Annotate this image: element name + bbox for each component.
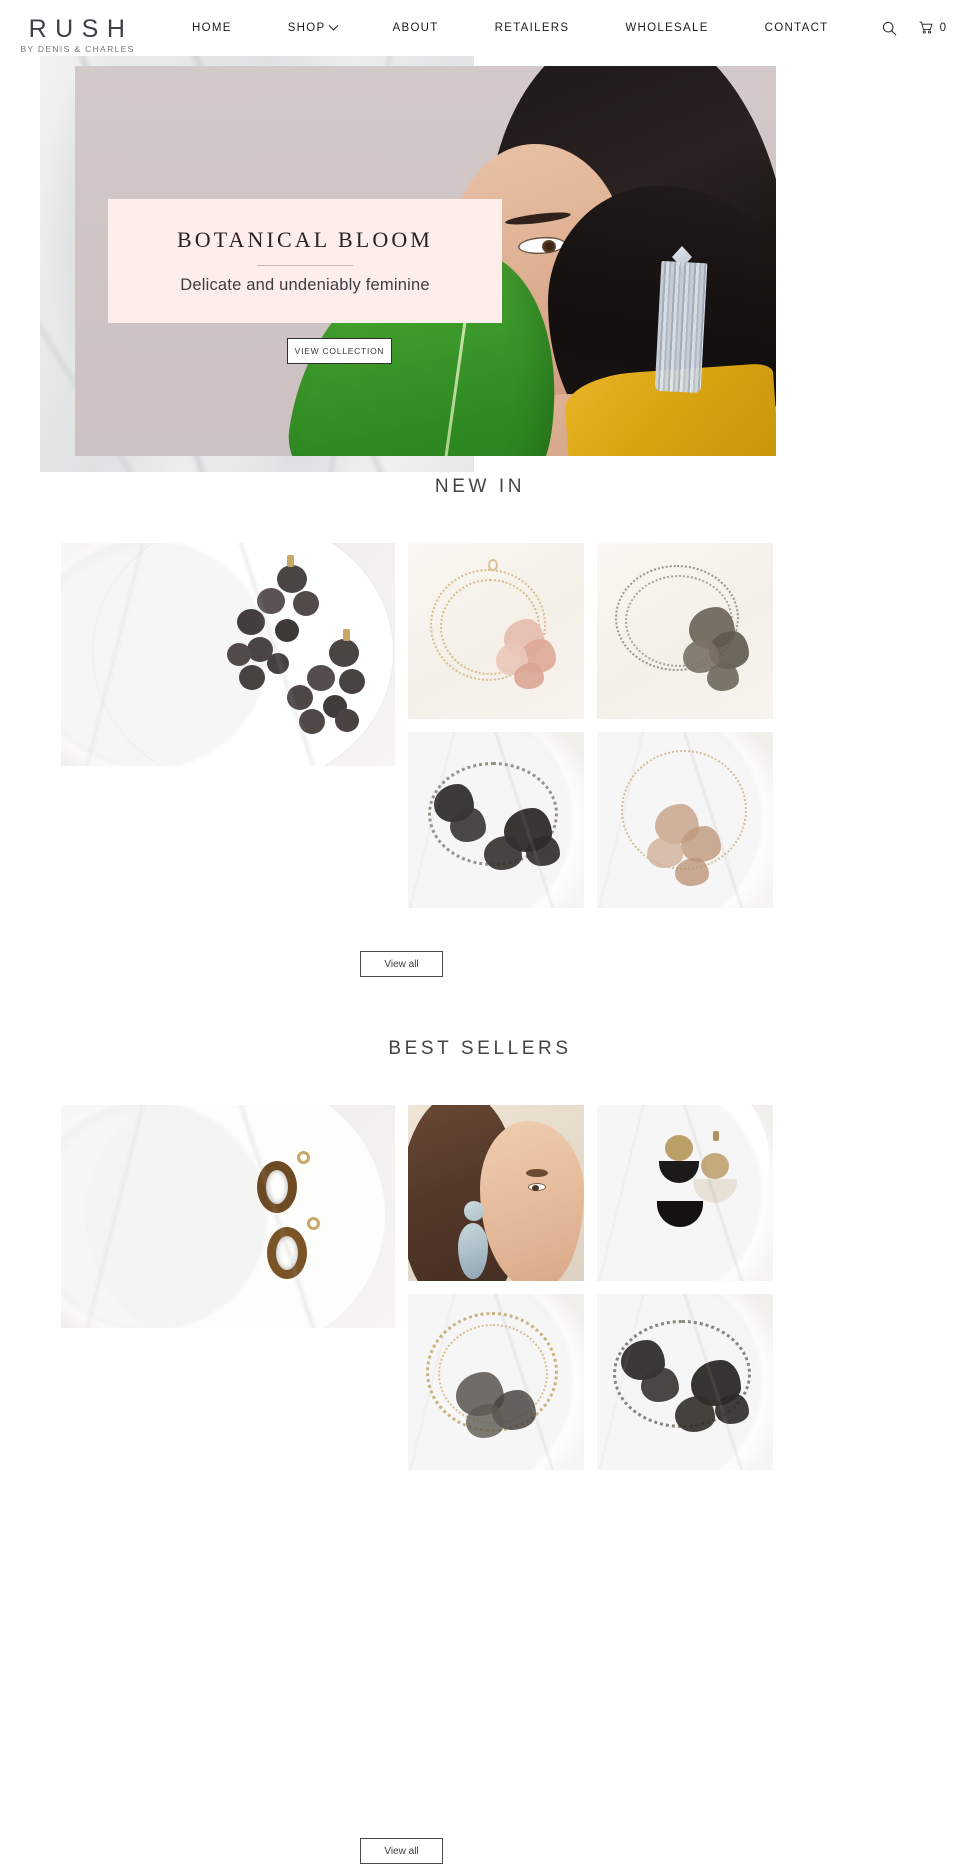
product-tile-best-2[interactable]: [408, 1105, 584, 1281]
nav-label-about: ABOUT: [392, 22, 439, 34]
site-logo[interactable]: RUSH BY DENIS & CHARLES: [12, 17, 142, 54]
product-tile-new-in-2[interactable]: [408, 543, 584, 719]
product-tile-best-5[interactable]: [597, 1294, 773, 1470]
nav-item-home[interactable]: HOME: [180, 22, 260, 34]
nav-label-retailers: RETAILERS: [494, 22, 570, 34]
product-tile-new-in-3[interactable]: [597, 543, 773, 719]
section-title-best-sellers: BEST SELLERS: [388, 1038, 572, 1059]
hero-divider: [257, 265, 353, 266]
product-tile-new-in-4[interactable]: [408, 732, 584, 908]
view-all-button-new-in[interactable]: View all: [360, 951, 443, 977]
main-nav: HOME SHOP ABOUT RETAILERS WHOLESALE CONT…: [180, 0, 857, 56]
header-actions: 0: [882, 0, 946, 56]
nav-label-shop: SHOP: [287, 22, 326, 34]
section-title-new-in: NEW IN: [434, 476, 526, 497]
nav-item-retailers[interactable]: RETAILERS: [467, 22, 598, 34]
cart-count: 0: [939, 22, 946, 34]
nav-item-shop[interactable]: SHOP: [260, 20, 365, 34]
view-all-button-best-sellers[interactable]: View all: [360, 1838, 443, 1864]
search-icon: [882, 21, 897, 35]
view-collection-button[interactable]: VIEW COLLECTION: [287, 338, 392, 364]
hero-text-card: BOTANICAL BLOOM Delicate and undeniably …: [108, 199, 502, 323]
nav-item-contact[interactable]: CONTACT: [737, 22, 857, 34]
homepage: RUSH BY DENIS & CHARLES HOME SHOP ABOUT …: [0, 0, 960, 1875]
site-header: RUSH BY DENIS & CHARLES HOME SHOP ABOUT …: [0, 0, 960, 56]
nav-item-wholesale[interactable]: WHOLESALE: [597, 22, 736, 34]
product-tile-best-4[interactable]: [408, 1294, 584, 1470]
product-tile-best-1[interactable]: [61, 1105, 395, 1328]
logo-tagline: BY DENIS & CHARLES: [20, 44, 135, 54]
logo-wordmark: RUSH: [28, 15, 134, 43]
cart-icon: [919, 21, 932, 34]
nav-label-wholesale: WHOLESALE: [625, 22, 709, 34]
search-button[interactable]: [882, 21, 897, 36]
hero-banner: BOTANICAL BLOOM Delicate and undeniably …: [0, 32, 960, 472]
fringe-earring: [654, 260, 708, 394]
cart-button[interactable]: 0: [919, 21, 946, 35]
nav-label-home: HOME: [192, 22, 232, 34]
product-tile-best-3[interactable]: [597, 1105, 773, 1281]
hero-title: BOTANICAL BLOOM: [177, 227, 433, 252]
product-tile-new-in-5[interactable]: [597, 732, 773, 908]
model-iris: [542, 240, 556, 253]
hero-subtitle: Delicate and undeniably feminine: [180, 276, 430, 294]
nav-label-contact: CONTACT: [764, 22, 829, 34]
product-tile-new-in-1[interactable]: [61, 543, 395, 766]
chevron-down-icon: [328, 20, 338, 31]
nav-item-about[interactable]: ABOUT: [365, 22, 467, 34]
